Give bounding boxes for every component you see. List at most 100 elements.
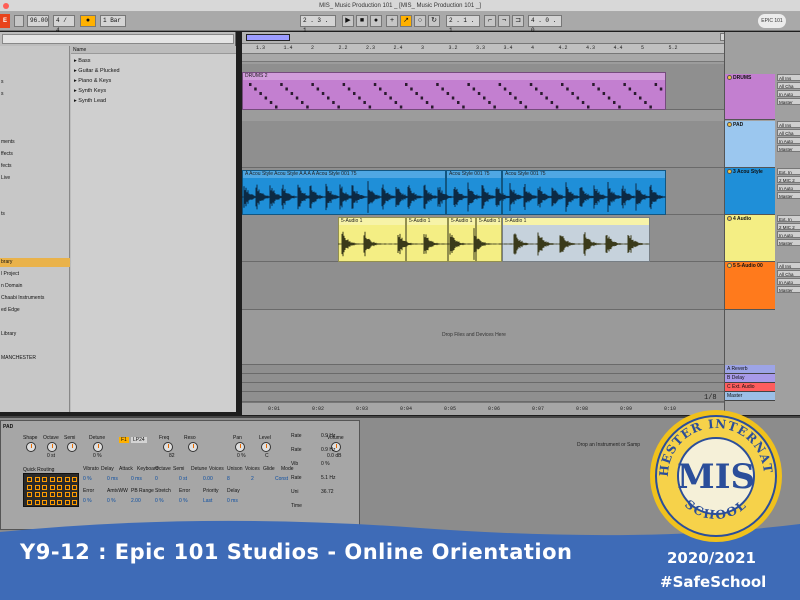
matrix-cell[interactable]: [64, 477, 70, 482]
matrix-cell[interactable]: [34, 499, 40, 505]
browser-category[interactable]: fects: [0, 162, 70, 171]
io-select[interactable]: All Ins: [777, 262, 800, 269]
track-title[interactable]: PAD: [725, 121, 775, 129]
io-select[interactable]: In Auto: [777, 184, 800, 191]
lfo-param[interactable]: 5.1 Hz: [321, 475, 335, 481]
io-select[interactable]: Master: [777, 239, 800, 246]
mod-param-value[interactable]: 0 %: [83, 476, 92, 482]
detune-knob[interactable]: [93, 442, 103, 452]
freq-knob[interactable]: [163, 442, 173, 452]
mod-param-value[interactable]: 0 ms: [107, 476, 118, 482]
mod-param-value[interactable]: 0 ms: [131, 476, 142, 482]
mod2-param-value[interactable]: 2.00: [131, 498, 141, 504]
track-activator-icon[interactable]: [727, 75, 732, 81]
mod-param-value[interactable]: 8: [227, 476, 230, 482]
track-header[interactable]: 5 5-Audio 00: [725, 262, 775, 310]
matrix-cell[interactable]: [72, 499, 77, 505]
browser-category[interactable]: s: [0, 90, 70, 99]
metronome-button[interactable]: ●: [80, 15, 96, 27]
matrix-cell[interactable]: [34, 477, 40, 482]
reverb-return-lane[interactable]: [242, 365, 724, 374]
stop-icon[interactable]: ■: [356, 15, 368, 27]
return-track-header[interactable]: B Delay: [725, 374, 775, 383]
browser-file-item[interactable]: ▸ Synth Keys: [74, 86, 106, 96]
browser-category[interactable]: ts: [0, 210, 70, 219]
browser-category[interactable]: MANCHESTER: [0, 354, 70, 363]
io-select[interactable]: Master: [777, 192, 800, 199]
browser-file-item[interactable]: ▸ Guitar & Plucked: [74, 66, 120, 76]
matrix-cell[interactable]: [72, 492, 77, 497]
browser-category[interactable]: [0, 318, 70, 327]
matrix-cell[interactable]: [27, 492, 32, 497]
drums-clip[interactable]: DRUMS 2: [242, 72, 666, 110]
io-select[interactable]: Master: [777, 145, 800, 152]
tempo-field[interactable]: 96.00: [27, 15, 49, 27]
browser-category[interactable]: brary: [0, 258, 70, 267]
io-select[interactable]: In Auto: [777, 90, 800, 97]
matrix-cell[interactable]: [57, 499, 62, 505]
track-activator-icon[interactable]: [727, 263, 732, 269]
master-lane[interactable]: [242, 392, 724, 402]
track-title[interactable]: 5 5-Audio 00: [725, 262, 775, 270]
mod2-param-value[interactable]: 0 %: [179, 498, 188, 504]
browser-category[interactable]: [0, 102, 70, 111]
overview-bar[interactable]: [242, 32, 724, 44]
matrix-cell[interactable]: [42, 499, 47, 505]
track-header[interactable]: DRUMS: [725, 74, 775, 120]
mod2-param-value[interactable]: 0 ms: [227, 498, 238, 504]
matrix-cell[interactable]: [49, 477, 55, 482]
io-select[interactable]: In Auto: [777, 137, 800, 144]
matrix-cell[interactable]: [72, 477, 77, 482]
track-activator-icon[interactable]: [727, 169, 732, 175]
loop-icon[interactable]: ↻: [428, 15, 440, 27]
acou-lane[interactable]: A Acou Style Acou Style A A A A Acou Sty…: [242, 168, 724, 215]
browser-category[interactable]: [0, 126, 70, 135]
filter-mode-select[interactable]: LP24: [131, 437, 147, 443]
punch-out-icon[interactable]: ¬: [498, 15, 510, 27]
loop-start-field[interactable]: 2 . 1 . 1: [446, 15, 480, 34]
loop-brace-bar[interactable]: Set: [242, 33, 736, 62]
browser-category[interactable]: s: [0, 78, 70, 87]
overdub-icon[interactable]: +: [386, 15, 398, 27]
lfo-param[interactable]: Rate: [291, 447, 302, 453]
loop-switch-icon[interactable]: ⊐: [512, 15, 524, 27]
matrix-cell[interactable]: [34, 484, 40, 490]
matrix-cell[interactable]: [49, 484, 55, 490]
track-header[interactable]: PAD: [725, 121, 775, 168]
matrix-cell[interactable]: [64, 492, 70, 497]
lfo-param[interactable]: 0.9 Hz: [321, 447, 335, 453]
matrix-cell[interactable]: [57, 484, 62, 490]
io-select[interactable]: Master: [777, 98, 800, 105]
tap-tempo-button[interactable]: [14, 15, 24, 27]
track-activator-icon[interactable]: [727, 122, 732, 128]
browser-file-item[interactable]: ▸ Synth Lead: [74, 96, 106, 106]
browser-search-input[interactable]: [2, 34, 234, 44]
lfo-param[interactable]: Vib: [291, 461, 298, 467]
matrix-cell[interactable]: [49, 492, 55, 497]
mod-param-value[interactable]: 2: [251, 476, 254, 482]
browser-category[interactable]: Library: [0, 330, 70, 339]
browser-file-item[interactable]: ▸ Piano & Keys: [74, 76, 111, 86]
lfo-param[interactable]: 0 %: [321, 461, 330, 467]
mod2-param-value[interactable]: Last: [203, 498, 212, 504]
quantize-select[interactable]: 1 Bar: [100, 15, 126, 27]
mod2-param-value[interactable]: 0 %: [155, 498, 164, 504]
matrix-cell[interactable]: [72, 484, 77, 490]
browser-category[interactable]: Chaabi Instruments: [0, 294, 70, 303]
return-track-header[interactable]: C Ext. Audio: [725, 383, 775, 392]
loop-length-field[interactable]: 4 . 0 . 0: [528, 15, 562, 34]
matrix-cell[interactable]: [64, 484, 70, 490]
drums-lane[interactable]: DRUMS 2: [242, 64, 724, 110]
ext-audio-return-lane[interactable]: [242, 383, 724, 392]
delay-return-lane[interactable]: [242, 374, 724, 383]
browser-category[interactable]: [0, 342, 70, 351]
browser-category[interactable]: [0, 222, 70, 231]
track-title[interactable]: 4 Audio: [725, 215, 775, 223]
browser-category[interactable]: l Project: [0, 270, 70, 279]
matrix-cell[interactable]: [49, 499, 55, 505]
lfo-param[interactable]: 0.9 Hz: [321, 433, 335, 439]
io-select[interactable]: Ext. In: [777, 168, 800, 175]
matrix-cell[interactable]: [57, 477, 62, 482]
time-signature-field[interactable]: 4 / 4: [53, 15, 75, 34]
browser-category[interactable]: n Domain: [0, 282, 70, 291]
